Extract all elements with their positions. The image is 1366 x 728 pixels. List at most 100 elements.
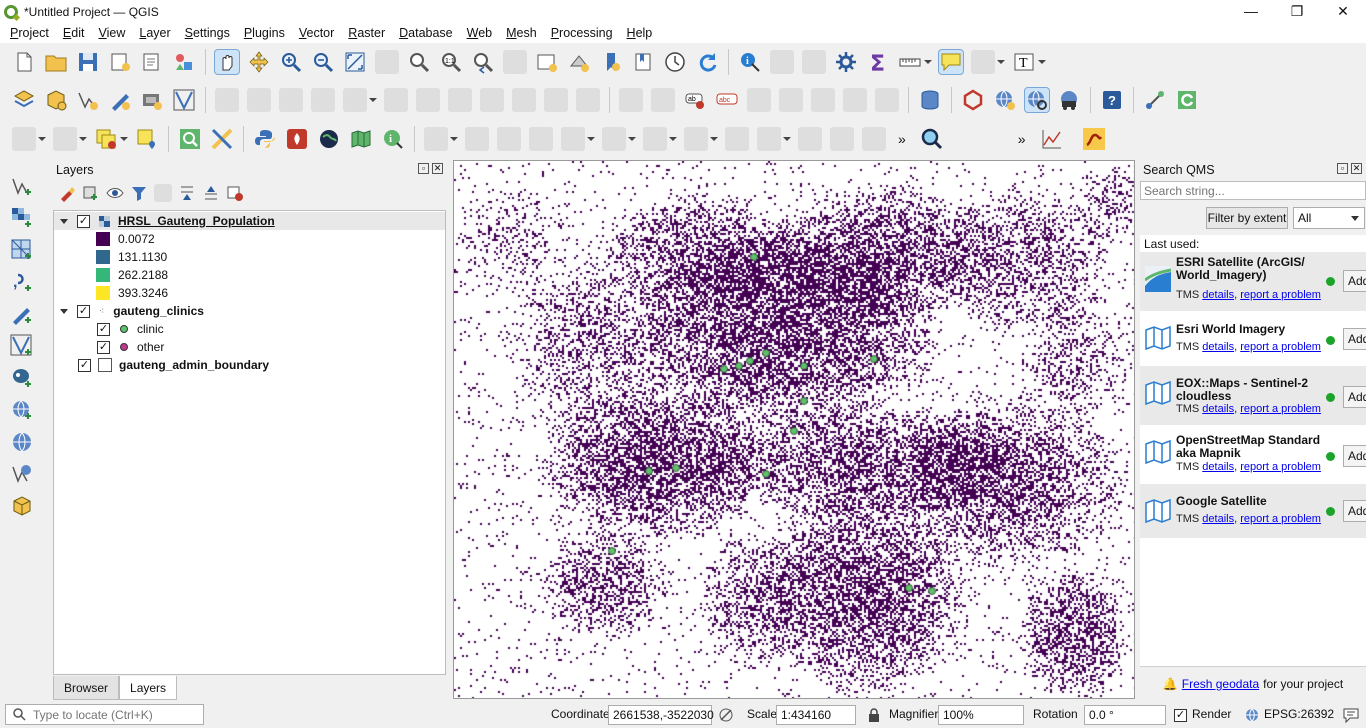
add-ring-icon[interactable]: [643, 127, 667, 151]
toolbar-overflow-icon[interactable]: »: [898, 131, 906, 147]
text-annotation-icon[interactable]: T: [1012, 50, 1036, 74]
filter-legend-icon[interactable]: [130, 184, 148, 202]
measure-line-icon[interactable]: [898, 50, 922, 74]
python-console-icon[interactable]: [253, 127, 277, 151]
add-button[interactable]: Add: [1343, 328, 1366, 350]
filter-select[interactable]: All: [1293, 207, 1365, 229]
annotation-tools-icon[interactable]: [971, 50, 995, 74]
legend-item-other[interactable]: ✓ other: [97, 338, 164, 356]
manage-map-themes-icon[interactable]: [106, 184, 124, 202]
toggle-editing-icon[interactable]: [247, 88, 271, 112]
qms-search-input[interactable]: [1140, 181, 1366, 200]
toggle-extents-icon[interactable]: [718, 707, 734, 726]
digitize-point-icon[interactable]: [424, 127, 448, 151]
zoom-native-resolution-icon[interactable]: 1:1: [439, 50, 463, 74]
add-raster-layer-icon[interactable]: [10, 206, 34, 230]
attribute-table-icon[interactable]: [770, 50, 794, 74]
report-problem-link[interactable]: report a problem: [1240, 341, 1321, 353]
menu-plugins[interactable]: Plugins: [237, 26, 292, 40]
add-mesh-layer-icon[interactable]: [10, 238, 34, 262]
tab-browser[interactable]: Browser: [53, 676, 120, 700]
new-spatialite-layer-icon[interactable]: [108, 88, 132, 112]
map-tips-icon[interactable]: [938, 49, 964, 75]
collapse-arrow-icon[interactable]: [60, 218, 68, 224]
save-project-icon[interactable]: [76, 50, 100, 74]
profile-tool-icon[interactable]: [1040, 127, 1064, 151]
digitize-line-icon[interactable]: [465, 127, 489, 151]
delete-ring-icon[interactable]: [757, 127, 781, 151]
zoom-full-icon[interactable]: [343, 50, 367, 74]
open-layer-styling-icon[interactable]: [58, 184, 76, 202]
highlight-pinned-labels-icon[interactable]: ab: [683, 88, 707, 112]
processing-toolbox-icon[interactable]: [834, 50, 858, 74]
new-bookmark-icon[interactable]: [599, 50, 623, 74]
add-wfs-layer-icon[interactable]: [10, 462, 34, 486]
menu-mesh[interactable]: Mesh: [499, 26, 544, 40]
plugin-map-icon[interactable]: [349, 127, 373, 151]
tab-layers[interactable]: Layers: [119, 676, 178, 700]
add-spatialite-layer-icon[interactable]: [10, 302, 34, 326]
layer-visibility-checkbox[interactable]: ✓: [77, 214, 90, 228]
collapse-all-icon[interactable]: [202, 184, 220, 202]
zoom-to-layer-icon[interactable]: [407, 50, 431, 74]
db-manager-icon[interactable]: [918, 88, 942, 112]
style-manager-icon[interactable]: [172, 50, 196, 74]
map-canvas[interactable]: [453, 160, 1135, 699]
show-hide-labels-icon[interactable]: [779, 88, 803, 112]
zoom-in-icon[interactable]: [279, 50, 303, 74]
statistical-summary-icon[interactable]: Σ: [866, 50, 890, 77]
menu-raster[interactable]: Raster: [341, 26, 392, 40]
copy-features-icon[interactable]: [480, 88, 504, 112]
filter-by-extent-button[interactable]: Filter by extent: [1206, 207, 1288, 229]
report-problem-link[interactable]: report a problem: [1240, 513, 1321, 525]
open-project-icon[interactable]: [44, 50, 68, 74]
menu-settings[interactable]: Settings: [178, 26, 237, 40]
report-problem-link[interactable]: report a problem: [1240, 403, 1321, 415]
show-bookmarks-icon[interactable]: [631, 50, 655, 74]
new-geopackage-layer-icon[interactable]: [44, 88, 68, 112]
search-plugin-icon[interactable]: [920, 127, 944, 151]
change-label-icon[interactable]: [875, 88, 899, 112]
minimize-button[interactable]: —: [1228, 0, 1274, 23]
collapse-arrow-icon[interactable]: [60, 308, 68, 314]
report-problem-link[interactable]: report a problem: [1240, 461, 1321, 473]
add-feature-icon[interactable]: [311, 88, 335, 112]
add-wms-wmts-layer-icon[interactable]: [10, 398, 34, 422]
plugin-curve-icon[interactable]: [1082, 127, 1106, 151]
close-button[interactable]: ✕: [1320, 0, 1366, 23]
magnifier-field[interactable]: 100%: [938, 705, 1024, 725]
add-delimited-text-layer-icon[interactable]: ,: [10, 270, 34, 294]
new-geopackage-layer-left-icon[interactable]: [10, 494, 34, 518]
render-checkbox[interactable]: ✓: [1174, 709, 1187, 722]
float-panel-button[interactable]: ▫: [418, 163, 429, 174]
pan-to-selection-icon[interactable]: [247, 50, 271, 74]
pan-map-icon[interactable]: [214, 49, 240, 75]
layer-row-gauteng-clinics[interactable]: ✓ ⁖ gauteng_clinics: [54, 302, 204, 320]
modify-attributes-icon[interactable]: [384, 88, 408, 112]
add-postgis-layer-icon[interactable]: [10, 366, 34, 390]
layer-diagram-options-icon[interactable]: [651, 88, 675, 112]
vertex-tool-icon[interactable]: [343, 88, 367, 112]
details-link[interactable]: details: [1202, 513, 1234, 525]
crs-label[interactable]: EPSG:26392: [1264, 701, 1334, 728]
select-by-value-icon[interactable]: [53, 127, 77, 151]
lock-scale-icon[interactable]: [868, 708, 880, 725]
report-problem-link[interactable]: report a problem: [1240, 289, 1321, 301]
split-features-icon[interactable]: [830, 127, 854, 151]
temporal-controller-icon[interactable]: [663, 50, 687, 74]
add-wms-layer-icon[interactable]: [993, 88, 1017, 112]
geometry-tools-icon[interactable]: [210, 127, 234, 151]
rotate-label-icon[interactable]: [843, 88, 867, 112]
float-panel-button[interactable]: ▫: [1337, 163, 1348, 174]
locator-search-input[interactable]: [5, 704, 204, 725]
select-by-location-icon[interactable]: [135, 127, 159, 151]
toolbar-overflow-icon-2[interactable]: »: [1018, 131, 1026, 147]
menu-processing[interactable]: Processing: [544, 26, 620, 40]
digitize-polygon-icon[interactable]: [497, 127, 521, 151]
locator-search-icon[interactable]: [178, 127, 202, 151]
menu-edit[interactable]: Edit: [56, 26, 92, 40]
coordinate-field[interactable]: 2661538,-3522030: [608, 705, 714, 725]
toggle-label-display-icon[interactable]: abc: [715, 88, 739, 112]
scale-field[interactable]: 1:434160: [776, 705, 856, 725]
add-group-icon[interactable]: [82, 184, 100, 202]
